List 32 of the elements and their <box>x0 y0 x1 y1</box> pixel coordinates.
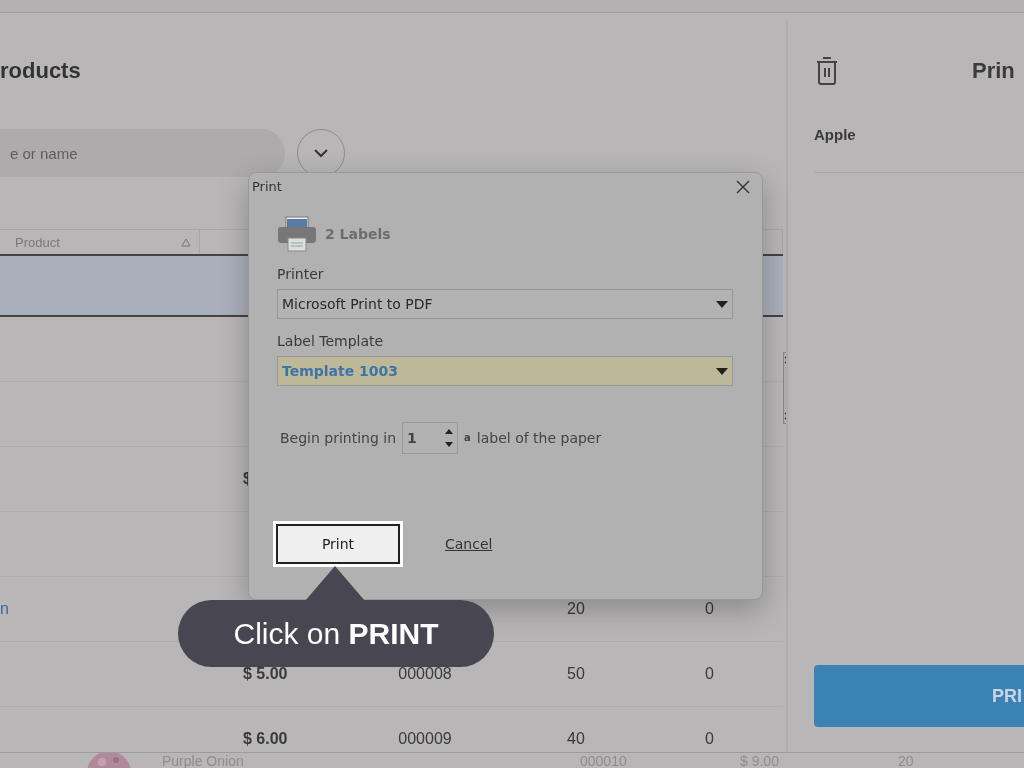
table-cell: 0 <box>705 730 714 748</box>
caret-icon <box>716 367 728 375</box>
field-label: Begin printing in <box>280 430 397 446</box>
print-button[interactable]: Print <box>276 524 400 564</box>
caret-icon <box>716 300 728 308</box>
table-cell: $ 6.00 <box>243 730 288 748</box>
label-count: 2 Labels <box>325 226 391 242</box>
search-field[interactable]: e or name <box>0 129 285 177</box>
table-cell: 0 <box>705 600 714 618</box>
printer-icon <box>277 216 317 252</box>
number-field[interactable]: 1 <box>402 422 459 454</box>
panel-title: roducts <box>0 58 82 84</box>
field-label: Printer <box>277 266 325 282</box>
dialog-title: Print <box>252 179 282 194</box>
table-cell: 20 <box>567 600 585 618</box>
chevron-down-icon <box>313 148 329 158</box>
field-label: label of the paper <box>476 430 602 446</box>
dropdown[interactable]: Microsoft Print to PDF <box>277 289 733 319</box>
field-label: Label Template <box>277 333 385 349</box>
table-cell: 000008 <box>398 665 452 683</box>
ordinal-mark: a <box>464 432 471 443</box>
table-cell: 40 <box>567 730 585 748</box>
trash-icon[interactable] <box>814 57 840 85</box>
close-icon[interactable] <box>736 179 750 194</box>
table-cell: n <box>0 600 9 618</box>
table-cell: 50 <box>567 665 585 683</box>
table-cell: 0 <box>705 665 714 683</box>
cancel-link[interactable]: Cancel <box>445 536 493 552</box>
list-item[interactable]: Apple <box>814 126 856 143</box>
panel-title: Prin <box>972 58 1015 84</box>
table-cell: $ 5.00 <box>243 665 288 683</box>
table-cell: 000009 <box>398 730 452 748</box>
